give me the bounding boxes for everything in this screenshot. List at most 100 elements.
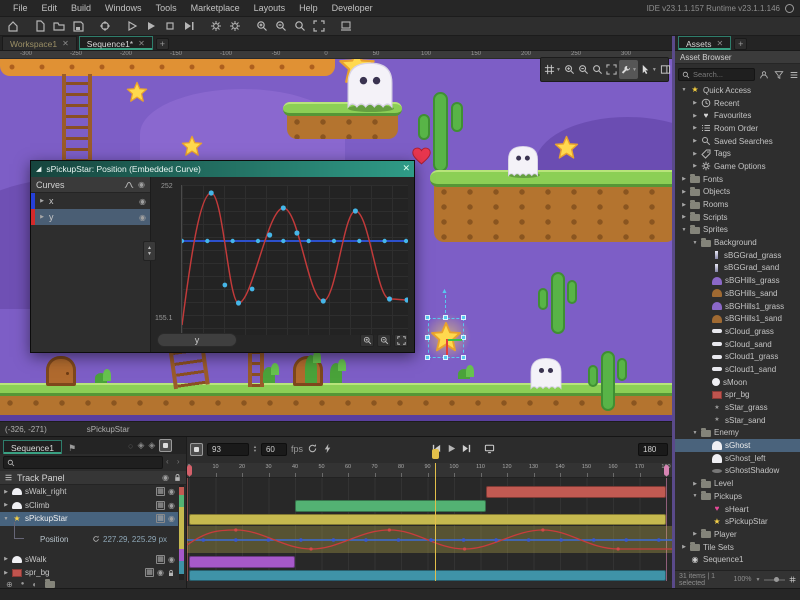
asset-tree-item-sbggrad-grass[interactable]: sBGGrad_grass — [675, 249, 800, 262]
ghost-sprite[interactable] — [505, 145, 541, 177]
home-button[interactable] — [4, 18, 21, 34]
tab-assets-close-icon[interactable]: ✕ — [717, 39, 724, 48]
track-row-spickupstar[interactable]: ▼★ sPickupStar ▦◉ — [0, 512, 178, 526]
asset-tree-item-background[interactable]: ▼Background — [675, 236, 800, 249]
timeline-bar-spr_bg[interactable] — [189, 570, 666, 581]
fit-view-button[interactable] — [310, 18, 327, 34]
asset-tree-item-sequence1[interactable]: ◉Sequence1 — [675, 553, 800, 566]
curve-plot[interactable] — [181, 185, 408, 335]
asset-tree-item-player[interactable]: ▶Player — [675, 528, 800, 541]
open-project-button[interactable] — [50, 18, 67, 34]
debug-button[interactable] — [123, 18, 140, 34]
grid-options-button[interactable]: ▼ — [543, 60, 562, 79]
filter-user-icon[interactable] — [758, 70, 770, 80]
tree-expand-icon[interactable]: ▶ — [692, 163, 698, 169]
sequence-length-input[interactable]: 180 — [638, 443, 668, 456]
asset-tree-item-tags[interactable]: ▶Tags — [675, 147, 800, 160]
graph-zoom-in-button[interactable] — [360, 334, 374, 347]
tab-sequence1[interactable]: Sequence1* ✕ — [79, 36, 153, 50]
canvas-fit-button[interactable] — [605, 60, 618, 79]
timeline-ruler[interactable]: 0102030405060708090100110120130140150160… — [187, 463, 672, 478]
asset-tree-item-tile-sets[interactable]: ▶Tile Sets — [675, 541, 800, 554]
tab-workspace1[interactable]: Workspace1 ✕ — [2, 36, 77, 50]
clean-button[interactable] — [180, 18, 197, 34]
menu-tools[interactable]: Tools — [149, 0, 184, 17]
next-keyframe-icon[interactable]: ◈ — [148, 440, 155, 451]
new-project-button[interactable] — [31, 18, 48, 34]
asset-tree-item-sstar-sand[interactable]: ★sStar_sand — [675, 414, 800, 427]
instant-playback-icon[interactable] — [322, 443, 333, 456]
plant-sprite[interactable] — [305, 355, 317, 383]
zoom-reset-button[interactable] — [291, 18, 308, 34]
track-search-input[interactable] — [3, 456, 163, 469]
asset-tree-item-sbghills1-grass[interactable]: sBGHills1_grass — [675, 300, 800, 313]
playhead-line[interactable] — [435, 463, 436, 581]
zoom-in-button[interactable] — [253, 18, 270, 34]
track-row-swalk[interactable]: ▶ sWalk ▦◉ — [0, 553, 178, 567]
asset-tree-item-enemy[interactable]: ▼Enemy — [675, 427, 800, 440]
play-sequence-button[interactable] — [446, 443, 457, 456]
graph-fit-button[interactable] — [394, 334, 408, 347]
all-visibility-icon[interactable]: ◉ — [162, 473, 169, 482]
tab-sequence1-bottom[interactable]: Sequence1 — [3, 440, 62, 454]
track-visibility-icon[interactable]: ◉ — [168, 487, 175, 496]
cactus-sprite[interactable] — [418, 92, 464, 172]
asset-tree-item-sbghills-grass[interactable]: sBGHills_grass — [675, 274, 800, 287]
selection-handle[interactable] — [461, 355, 466, 360]
record-keyframe-button[interactable] — [190, 443, 203, 456]
selection-handle[interactable] — [425, 315, 430, 320]
canvas-zoom-reset-button[interactable] — [591, 60, 604, 79]
asset-tree-item-smoon[interactable]: sMoon — [675, 376, 800, 389]
visibility-all-icon[interactable]: ◉ — [138, 180, 145, 189]
new-tab-button[interactable]: + — [156, 38, 169, 50]
timeline-lanes[interactable] — [187, 478, 672, 581]
asset-tree-item-sbghills1-sand[interactable]: sBGHills1_sand — [675, 312, 800, 325]
panel-splitter-handle[interactable]: ▲▼ — [143, 241, 156, 261]
curve-window-titlebar[interactable]: ◢ sPickupStar: Position (Embedded Curve)… — [31, 161, 414, 177]
go-to-end-button[interactable] — [461, 443, 472, 456]
tree-expand-icon[interactable]: ▶ — [681, 544, 687, 550]
asset-tree-item-favourites[interactable]: ▶♥Favourites — [675, 109, 800, 122]
asset-tree-item-spickupstar[interactable]: ★sPickupStar — [675, 515, 800, 528]
dot-icon[interactable]: ● — [21, 581, 25, 587]
asset-tree-item-sstar-grass[interactable]: ★sStar_grass — [675, 401, 800, 414]
tab-assets[interactable]: Assets ✕ — [678, 36, 731, 50]
sequence-flag-icon[interactable]: ⚑ — [68, 443, 76, 454]
asset-tree-item-rooms[interactable]: ▶Rooms — [675, 198, 800, 211]
track-visibility-icon[interactable]: ◉ — [168, 514, 175, 523]
ghost-sprite[interactable] — [528, 357, 564, 390]
selection-handle[interactable] — [443, 315, 448, 320]
asset-tree-item-level[interactable]: ▶Level — [675, 477, 800, 490]
asset-tree-item-quick-access[interactable]: ▼★Quick Access — [675, 84, 800, 97]
rotation-handle-arrow[interactable]: ▲ — [441, 288, 448, 295]
track-lock-icon[interactable] — [167, 569, 175, 577]
star-sprite[interactable] — [126, 81, 148, 103]
asset-tree-item-scloud1-sand[interactable]: sCloud1_sand — [675, 363, 800, 376]
curve-row-y[interactable]: ▶ y ◉ — [31, 209, 150, 225]
ghost-sprite[interactable] — [343, 61, 397, 109]
select-tool-button[interactable]: ▼ — [639, 60, 658, 79]
cactus-sprite[interactable] — [588, 351, 628, 411]
tree-expand-icon[interactable]: ▼ — [692, 493, 698, 499]
graph-zoom-out-button[interactable] — [377, 334, 391, 347]
run-button[interactable] — [142, 18, 159, 34]
gear-button-2[interactable] — [226, 18, 243, 34]
expand-icon[interactable]: ▶ — [39, 214, 45, 220]
star-sprite[interactable] — [181, 135, 203, 157]
curve-y-tab-button[interactable]: y — [157, 333, 237, 347]
asset-tree-item-sheart[interactable]: ♥sHeart — [675, 503, 800, 516]
plant-sprite[interactable] — [263, 367, 275, 383]
plant-sprite[interactable] — [95, 373, 107, 383]
current-frame-input[interactable]: 93 — [207, 443, 249, 456]
asset-tree-item-sghost-left[interactable]: sGhost_left — [675, 452, 800, 465]
zoom-out-button[interactable] — [272, 18, 289, 34]
asset-tree-item-recent[interactable]: ▶Recent — [675, 97, 800, 110]
fps-input[interactable]: 60 — [261, 443, 287, 456]
expand-icon[interactable]: ▶ — [39, 198, 45, 204]
selection-handle[interactable] — [461, 315, 466, 320]
track-row-sclimb[interactable]: ▶ sClimb ▦◉ — [0, 499, 178, 513]
curve-library-icon[interactable] — [124, 180, 134, 190]
sand-platform-sprite[interactable] — [0, 59, 335, 76]
panel-new-tab-button[interactable]: + — [734, 38, 747, 50]
end-marker[interactable] — [664, 465, 669, 476]
